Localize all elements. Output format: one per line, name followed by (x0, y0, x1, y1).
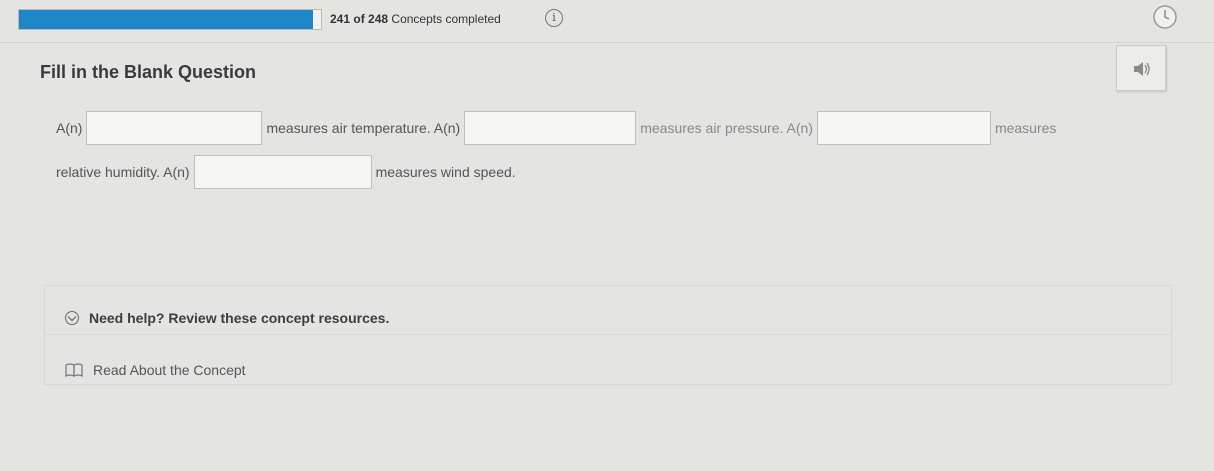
read-label: Read About the Concept (93, 362, 246, 378)
top-bar: 241 of 248 Concepts completed i (0, 0, 1214, 40)
blank-input-4[interactable] (193, 155, 372, 189)
read-about-concept-link[interactable]: Read About the Concept (65, 362, 246, 378)
book-icon (65, 363, 83, 377)
progress-label: Concepts completed (391, 12, 501, 26)
question-line-1: A(n) measures air temperature. A(n) meas… (56, 110, 1056, 146)
progress-bar (18, 9, 322, 30)
audio-button[interactable] (1116, 45, 1166, 91)
question-text-5: relative humidity. A(n) (56, 164, 190, 180)
blank-input-3[interactable] (816, 111, 991, 145)
speaker-icon (1134, 62, 1150, 76)
progress-status: 241 of 248 Concepts completed (330, 12, 501, 26)
progress-of: of (353, 12, 365, 26)
question-text-1: A(n) (56, 120, 83, 136)
blank-input-2[interactable] (464, 111, 637, 145)
concept-resources-panel: Need help? Review these concept resource… (44, 285, 1172, 385)
question-text-3: measures air pressure. A(n) (640, 120, 813, 136)
help-toggle[interactable]: Need help? Review these concept resource… (65, 310, 389, 326)
progress-total: 248 (368, 12, 389, 26)
timer-icon[interactable] (1150, 2, 1180, 32)
question-text-2: measures air temperature. A(n) (266, 120, 461, 136)
help-label: Need help? Review these concept resource… (89, 310, 390, 326)
question-title: Fill in the Blank Question (40, 62, 257, 82)
question-text-4: measures (994, 120, 1057, 136)
progress-bar-fill (19, 10, 313, 29)
header-divider (0, 42, 1214, 43)
blank-input-1[interactable] (86, 111, 263, 145)
resources-divider (45, 334, 1171, 335)
question-line-2: relative humidity. A(n) measures wind sp… (56, 154, 516, 190)
progress-completed: 241 (330, 12, 351, 26)
info-icon[interactable]: i (545, 9, 563, 27)
question-text-6: measures wind speed. (375, 164, 516, 180)
chevron-down-icon (65, 311, 79, 325)
